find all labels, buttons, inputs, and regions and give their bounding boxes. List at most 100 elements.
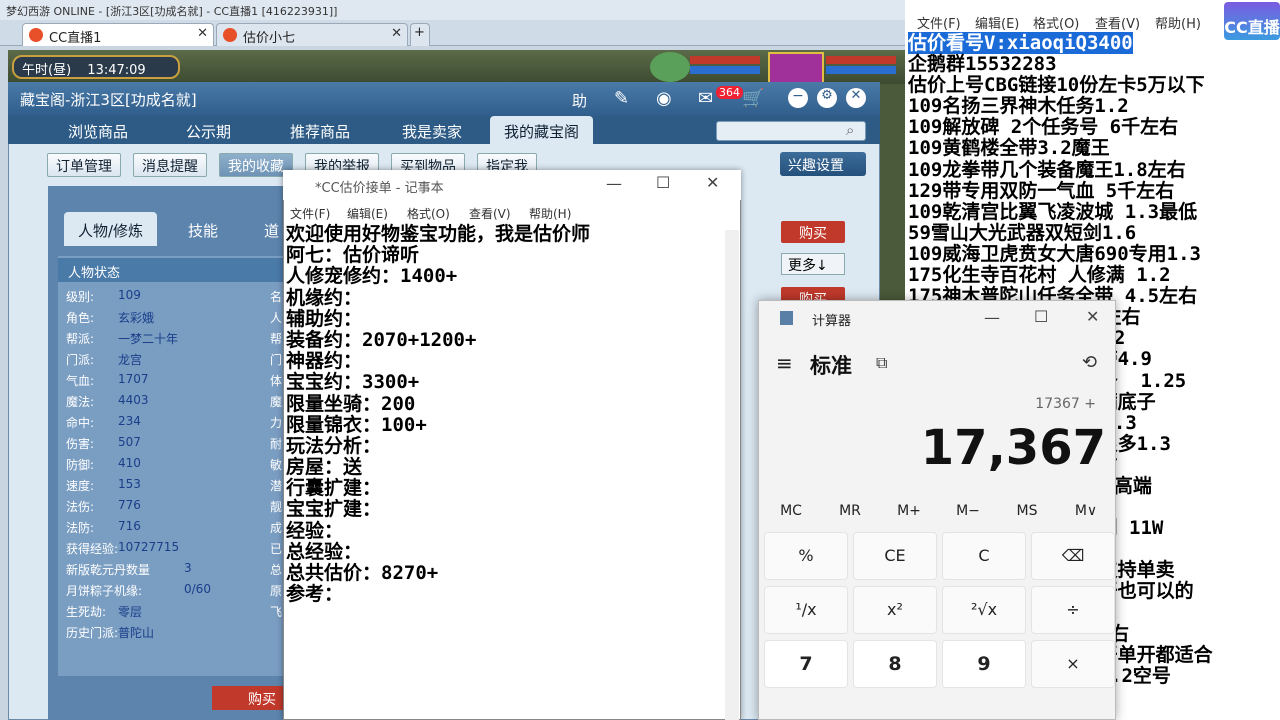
memory-button[interactable]: M+ <box>884 503 934 519</box>
memory-button[interactable]: MC <box>766 503 816 519</box>
stat-value: 0/60 <box>184 582 211 596</box>
menu-file[interactable]: 文件(F) <box>290 205 330 222</box>
calc-key[interactable]: ÷ <box>1031 586 1115 634</box>
nav-public[interactable]: 公示期 <box>186 116 231 144</box>
text-line: 限量坐骑：200 <box>286 392 416 415</box>
subtab-messages[interactable]: 消息提醒 <box>133 153 207 177</box>
search-icon[interactable]: ⌕ <box>846 121 854 139</box>
player-avatar[interactable] <box>768 52 824 84</box>
subtab-orders[interactable]: 订单管理 <box>47 153 121 177</box>
calc-key[interactable]: 9 <box>942 640 1026 688</box>
calc-key[interactable]: × <box>1031 640 1115 688</box>
stat-label-right: 已 <box>270 542 283 556</box>
calc-key[interactable]: ²√x <box>942 586 1026 634</box>
stat-label-right: 体 <box>270 374 283 388</box>
calc-key[interactable]: 7 <box>764 640 848 688</box>
menu-edit[interactable]: 编辑(E) <box>347 205 388 222</box>
stat-label-right: 靓 <box>270 500 283 514</box>
pet-avatar[interactable] <box>650 52 690 82</box>
stat-label: 月饼粽子机缘: <box>66 584 143 598</box>
history-icon[interactable]: ⟲ <box>1082 352 1097 373</box>
menu-format[interactable]: 格式(O) <box>1033 13 1079 32</box>
menu-format[interactable]: 格式(O) <box>407 205 450 222</box>
nav-recommend[interactable]: 推荐商品 <box>290 116 350 144</box>
notepad-cc-title: *CC估价接单 - 记事本 <box>283 170 741 200</box>
nav-seller[interactable]: 我是卖家 <box>402 116 462 144</box>
cbg-search-input[interactable] <box>716 121 866 141</box>
stat-value: 109 <box>118 288 141 302</box>
menu-view[interactable]: 查看(V) <box>1095 13 1140 32</box>
stat-label: 防御: <box>66 458 95 472</box>
memory-button[interactable]: M∨ <box>1061 503 1111 519</box>
message-icon[interactable]: ✉ <box>698 88 713 109</box>
notepad-cc-menu: 文件(F) 编辑(E) 格式(O) 查看(V) 帮助(H) <box>283 202 741 224</box>
calc-key[interactable]: % <box>764 532 848 580</box>
menu-file[interactable]: 文件(F) <box>917 13 961 32</box>
menu-help[interactable]: 帮助(H) <box>1155 13 1201 32</box>
close-icon[interactable]: ✕ <box>846 88 866 108</box>
text-line: 估价上号CBG链接10份左卡5万以下 <box>908 74 1205 97</box>
stat-value: 1707 <box>118 372 149 386</box>
stat-row: 命中: 234 力 <box>66 414 290 436</box>
notepad-cc-text[interactable]: 欢迎使用好物鉴宝功能，我是估价师 阿七：估价谛听 人修宠修约：1400+ 机缘约： 辅助… <box>284 223 724 720</box>
calc-key[interactable]: x² <box>853 586 937 634</box>
close-icon[interactable]: ✕ <box>391 26 402 41</box>
settings-icon[interactable]: ⚙ <box>817 88 837 108</box>
memory-button[interactable]: M− <box>943 503 993 519</box>
stat-label: 帮派: <box>66 332 95 346</box>
stat-label-right: 原 <box>270 584 283 598</box>
stat-label: 伤害: <box>66 437 95 451</box>
calc-key[interactable]: CE <box>853 532 937 580</box>
stat-row: 新版乾元丹数量 3 总 <box>66 561 290 583</box>
memory-button[interactable]: MS <box>1002 503 1052 519</box>
new-tab-button[interactable]: + <box>410 23 430 46</box>
cart-icon[interactable]: 🛒 <box>742 88 764 109</box>
keep-on-top-icon[interactable]: ⧉ <box>876 353 887 373</box>
tab-label: 估价小七 <box>243 31 296 46</box>
stat-label: 生死劫: <box>66 605 107 619</box>
minimize-icon[interactable]: — <box>606 174 622 193</box>
browser-tab-cc[interactable]: CC直播1 ✕ <box>22 23 214 46</box>
close-icon[interactable]: ✕ <box>1086 307 1099 326</box>
stat-label-right: 飞 <box>270 605 283 619</box>
stat-row: 防御: 410 敏 <box>66 456 290 478</box>
calc-key[interactable]: 8 <box>853 640 937 688</box>
stat-label-right: 魔 <box>270 395 283 409</box>
menu-help[interactable]: 帮助(H) <box>529 205 571 222</box>
maximize-icon[interactable]: ☐ <box>1034 307 1048 326</box>
stat-label-right: 门 <box>270 353 283 367</box>
edit-icon[interactable]: ✎ <box>614 88 629 109</box>
memory-button[interactable]: MR <box>825 503 875 519</box>
close-icon[interactable]: ✕ <box>706 173 719 192</box>
menu-view[interactable]: 查看(V) <box>469 205 511 222</box>
stat-row: 门派: 龙宫 门 <box>66 351 290 373</box>
menu-edit[interactable]: 编辑(E) <box>975 13 1019 32</box>
stat-label: 命中: <box>66 416 95 430</box>
browser-title: 梦幻西游 ONLINE - [浙江3区[功成名就] - CC直播1 [41622… <box>0 0 905 20</box>
stat-label-right: 耐 <box>270 437 283 451</box>
tab-skills[interactable]: 技能 <box>174 212 232 246</box>
subtab-favorites[interactable]: 我的收藏 <box>219 153 293 177</box>
interest-settings-button[interactable]: 兴趣设置 <box>780 152 866 176</box>
text-line: 109黄鹤楼全带3.2魔王 <box>908 137 1110 160</box>
minimize-icon[interactable]: — <box>984 308 1000 327</box>
minimize-icon[interactable]: − <box>788 88 808 108</box>
calc-key[interactable]: ¹/x <box>764 586 848 634</box>
scrollbar[interactable] <box>725 230 739 720</box>
buy-button[interactable]: 购买 <box>781 221 845 243</box>
browser-tab-guja[interactable]: 估价小七 ✕ <box>216 23 408 46</box>
nav-my-cbg[interactable]: 我的藏宝阁 <box>490 116 594 144</box>
menu-icon[interactable]: ≡ <box>776 351 793 375</box>
calc-key[interactable]: C <box>942 532 1026 580</box>
nav-browse[interactable]: 浏览商品 <box>68 116 128 144</box>
tab-character[interactable]: 人物/修炼 <box>64 212 158 246</box>
close-icon[interactable]: ✕ <box>197 26 208 41</box>
stop-icon[interactable]: ◉ <box>656 88 672 109</box>
stat-value: 776 <box>118 498 141 512</box>
maximize-icon[interactable]: ☐ <box>656 173 670 192</box>
help-button[interactable]: 助 <box>572 90 587 111</box>
more-button[interactable]: 更多↓ <box>781 253 845 275</box>
stat-value: 3 <box>184 561 192 575</box>
calc-key[interactable]: ⌫ <box>1031 532 1115 580</box>
stat-row: 法防: 716 成 <box>66 519 290 541</box>
